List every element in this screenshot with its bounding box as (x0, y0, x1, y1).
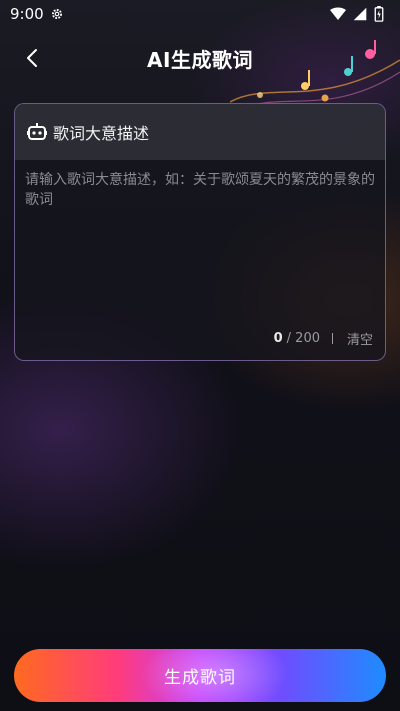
generate-lyrics-button[interactable]: 生成歌词 (14, 649, 386, 702)
back-button[interactable] (20, 46, 44, 70)
gear-icon (51, 8, 62, 20)
lyrics-description-input[interactable] (25, 170, 377, 310)
wifi-icon (330, 7, 346, 20)
status-bar: 9:00 (0, 0, 400, 28)
status-time: 9:00 (10, 5, 44, 23)
page-title: AI生成歌词 (147, 47, 253, 72)
battery-icon (374, 6, 384, 22)
chevron-left-icon (27, 49, 37, 67)
char-limit: / 200 (286, 331, 320, 346)
footer-divider (331, 333, 333, 344)
lyrics-description-card: 歌词大意描述 0 / 200 清空 (14, 103, 386, 361)
card-footer: 0 / 200 清空 (274, 329, 373, 348)
generate-button-label: 生成歌词 (164, 668, 236, 688)
card-title: 歌词大意描述 (53, 124, 150, 143)
card-header: 歌词大意描述 (15, 104, 385, 160)
app-header: AI生成歌词 (0, 36, 400, 80)
clear-button[interactable]: 清空 (347, 329, 373, 348)
robot-icon (27, 123, 47, 140)
signal-icon (353, 7, 367, 21)
char-count: 0 (273, 331, 283, 346)
